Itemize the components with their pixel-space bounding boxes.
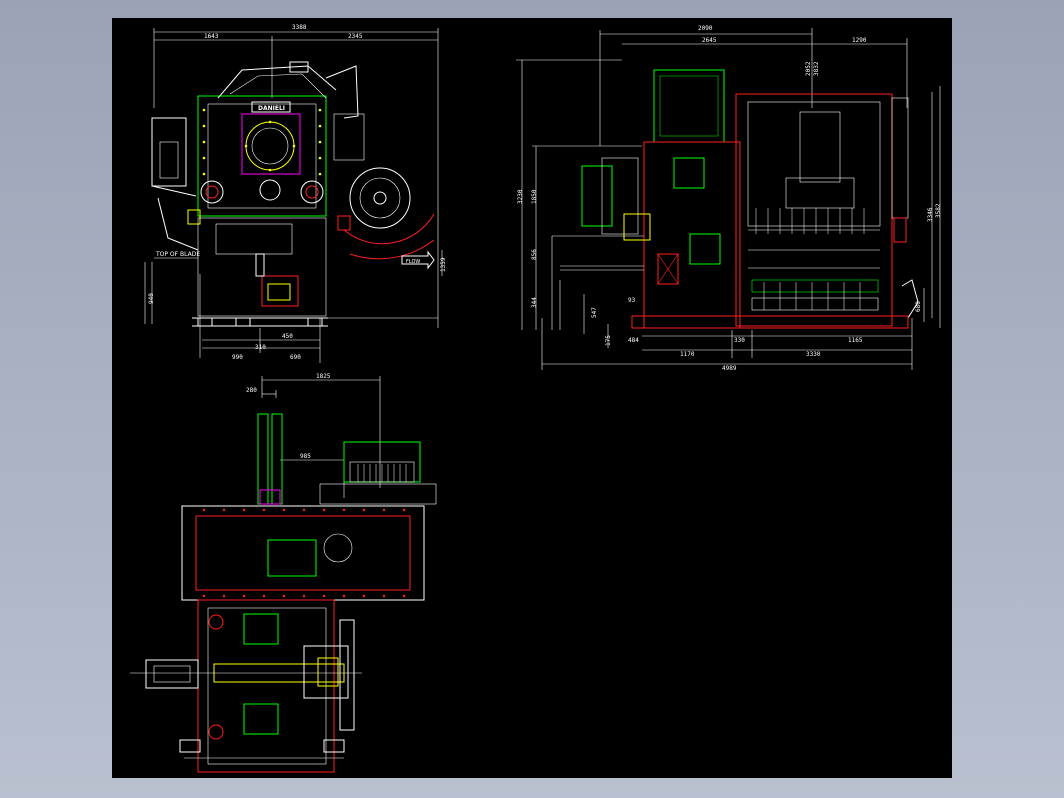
side-dim-left-mid: 856	[531, 249, 538, 260]
front-flow-label: FLOW	[406, 259, 420, 265]
cad-drawing-viewport[interactable]: 3388 1643 2345 940 990 310 690 450 1359	[112, 18, 952, 778]
side-dim-1170: 1170	[680, 351, 695, 358]
side-dim-93: 93	[628, 297, 636, 304]
side-dim-top-overall: 2090	[698, 25, 713, 32]
cad-drawing: 3388 1643 2345 940 990 310 690 450 1359	[130, 24, 942, 773]
side-dim-left-foot: 175	[605, 335, 612, 346]
front-dim-right-height: 1359	[440, 257, 447, 272]
side-dim-1165: 1165	[848, 337, 863, 344]
side-dim-top-left: 2645	[702, 37, 717, 44]
side-dim-top-vert-a: 2052	[805, 61, 812, 76]
front-view: 3388 1643 2345 940 990 310 690 450 1359	[144, 24, 447, 363]
front-dim-height: 940	[148, 293, 155, 304]
front-dim-bottom-small: 450	[282, 333, 293, 340]
side-dim-330: 330	[734, 337, 745, 344]
side-dim-right-a: 3346	[927, 207, 934, 222]
front-dim-bottom-right: 690	[290, 354, 301, 361]
plan-dim-top-wide: 1825	[316, 373, 331, 380]
side-dim-top-right: 1290	[852, 37, 867, 44]
front-dim-overall: 3388	[292, 24, 307, 31]
side-dim-left-low: 344	[531, 297, 538, 308]
plan-dim-mid: 985	[300, 453, 311, 460]
plan-dim-top-small: 280	[246, 387, 257, 394]
front-dim-left: 1643	[204, 33, 219, 40]
front-dim-bottom-mid: 310	[255, 344, 266, 351]
front-dim-bottom-left: 990	[232, 354, 243, 361]
side-dim-3330: 3330	[806, 351, 821, 358]
side-dim-right-c: 680	[915, 301, 922, 312]
side-dim-left-bottom: 547	[591, 307, 598, 318]
front-label-blade: TOP OF BLADE	[155, 251, 200, 258]
side-dim-left-inner: 1850	[531, 189, 538, 204]
front-nameplate: DANIELI	[258, 105, 285, 112]
side-dim-overall: 4989	[722, 365, 737, 372]
side-view: 2090 2645 1290 3230 1850 856 344 547 175…	[516, 25, 942, 372]
side-dim-top-vert-b: 3832	[813, 61, 820, 76]
side-dim-484: 484	[628, 337, 639, 344]
plan-view: 1825 280 985	[130, 373, 437, 773]
side-dim-left-outer: 3230	[517, 189, 524, 204]
side-dim-right-b: 3582	[935, 203, 942, 218]
front-dim-right: 2345	[348, 33, 363, 40]
